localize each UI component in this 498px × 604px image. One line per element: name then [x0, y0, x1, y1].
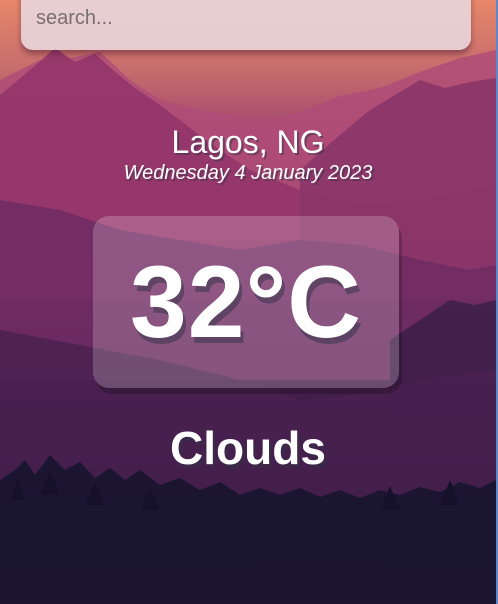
current-date: Wednesday 4 January 2023: [123, 162, 373, 184]
search-box: [21, 0, 471, 50]
temperature-value: 32°C: [130, 245, 362, 359]
weather-condition: Clouds: [170, 422, 326, 474]
search-input[interactable]: [21, 0, 471, 48]
weather-app: Lagos, NG Wednesday 4 January 2023 32°C …: [0, 0, 498, 604]
temperature-card: 32°C: [93, 216, 399, 388]
location-name: Lagos, NG: [171, 124, 325, 160]
